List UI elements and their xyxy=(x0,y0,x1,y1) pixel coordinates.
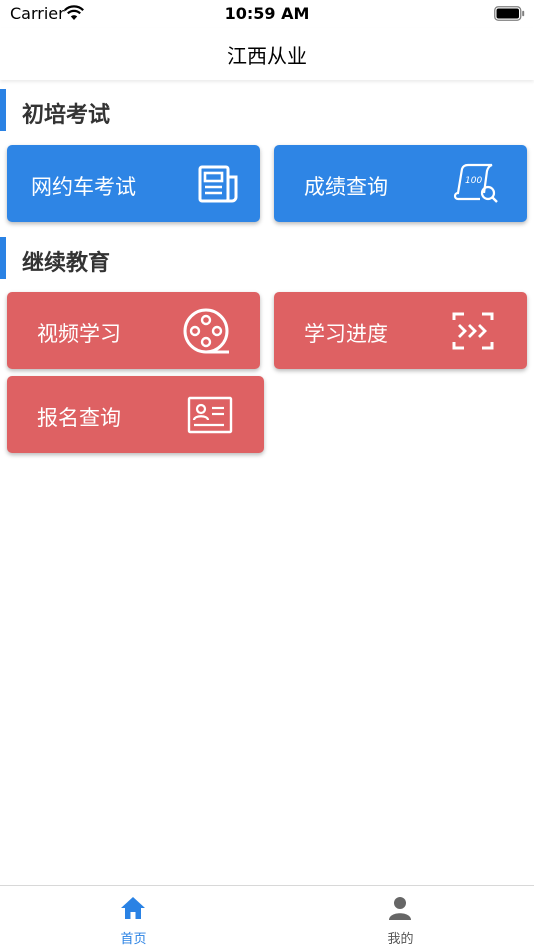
progress-arrows-icon xyxy=(452,312,494,350)
section-title: 初培考试 xyxy=(22,103,111,128)
tab-label: 我的 xyxy=(387,932,414,947)
registration-query-button[interactable]: 报名查询 xyxy=(7,376,264,453)
section-accent-bar xyxy=(0,237,6,279)
section-header-initial-training: 初培考试 xyxy=(0,89,534,131)
tile-label: 学习进度 xyxy=(304,322,388,346)
home-icon xyxy=(121,897,145,919)
video-learning-button[interactable]: 视频学习 xyxy=(7,292,260,369)
svg-text:100: 100 xyxy=(465,176,482,186)
id-card-icon xyxy=(187,396,233,434)
tab-bar: 首页 我的 xyxy=(0,885,534,950)
tile-label: 成绩查询 xyxy=(304,175,388,199)
score-query-button[interactable]: 成绩查询 100 xyxy=(274,145,527,222)
tile-label: 网约车考试 xyxy=(31,175,136,199)
online-car-exam-button[interactable]: 网约车考试 xyxy=(7,145,260,222)
film-reel-icon xyxy=(183,308,229,354)
study-progress-button[interactable]: 学习进度 xyxy=(274,292,527,369)
tab-mine[interactable]: 我的 xyxy=(267,886,534,950)
newspaper-icon xyxy=(198,165,238,203)
status-clock: 10:59 AM xyxy=(224,4,310,23)
section-title: 继续教育 xyxy=(22,251,111,276)
tile-label: 视频学习 xyxy=(37,322,121,346)
section-header-continuing-education: 继续教育 xyxy=(0,237,534,279)
navigation-bar: 江西从业 xyxy=(0,28,534,80)
tile-label: 报名查询 xyxy=(37,406,121,430)
battery-icon xyxy=(494,6,525,21)
section-accent-bar xyxy=(0,89,6,131)
tab-home[interactable]: 首页 xyxy=(0,886,267,950)
user-icon xyxy=(389,897,411,920)
status-bar: Carrier 10:59 AM xyxy=(0,0,534,28)
score-search-icon: 100 xyxy=(453,163,498,203)
tab-label: 首页 xyxy=(120,932,147,947)
page-title: 江西从业 xyxy=(227,44,307,68)
